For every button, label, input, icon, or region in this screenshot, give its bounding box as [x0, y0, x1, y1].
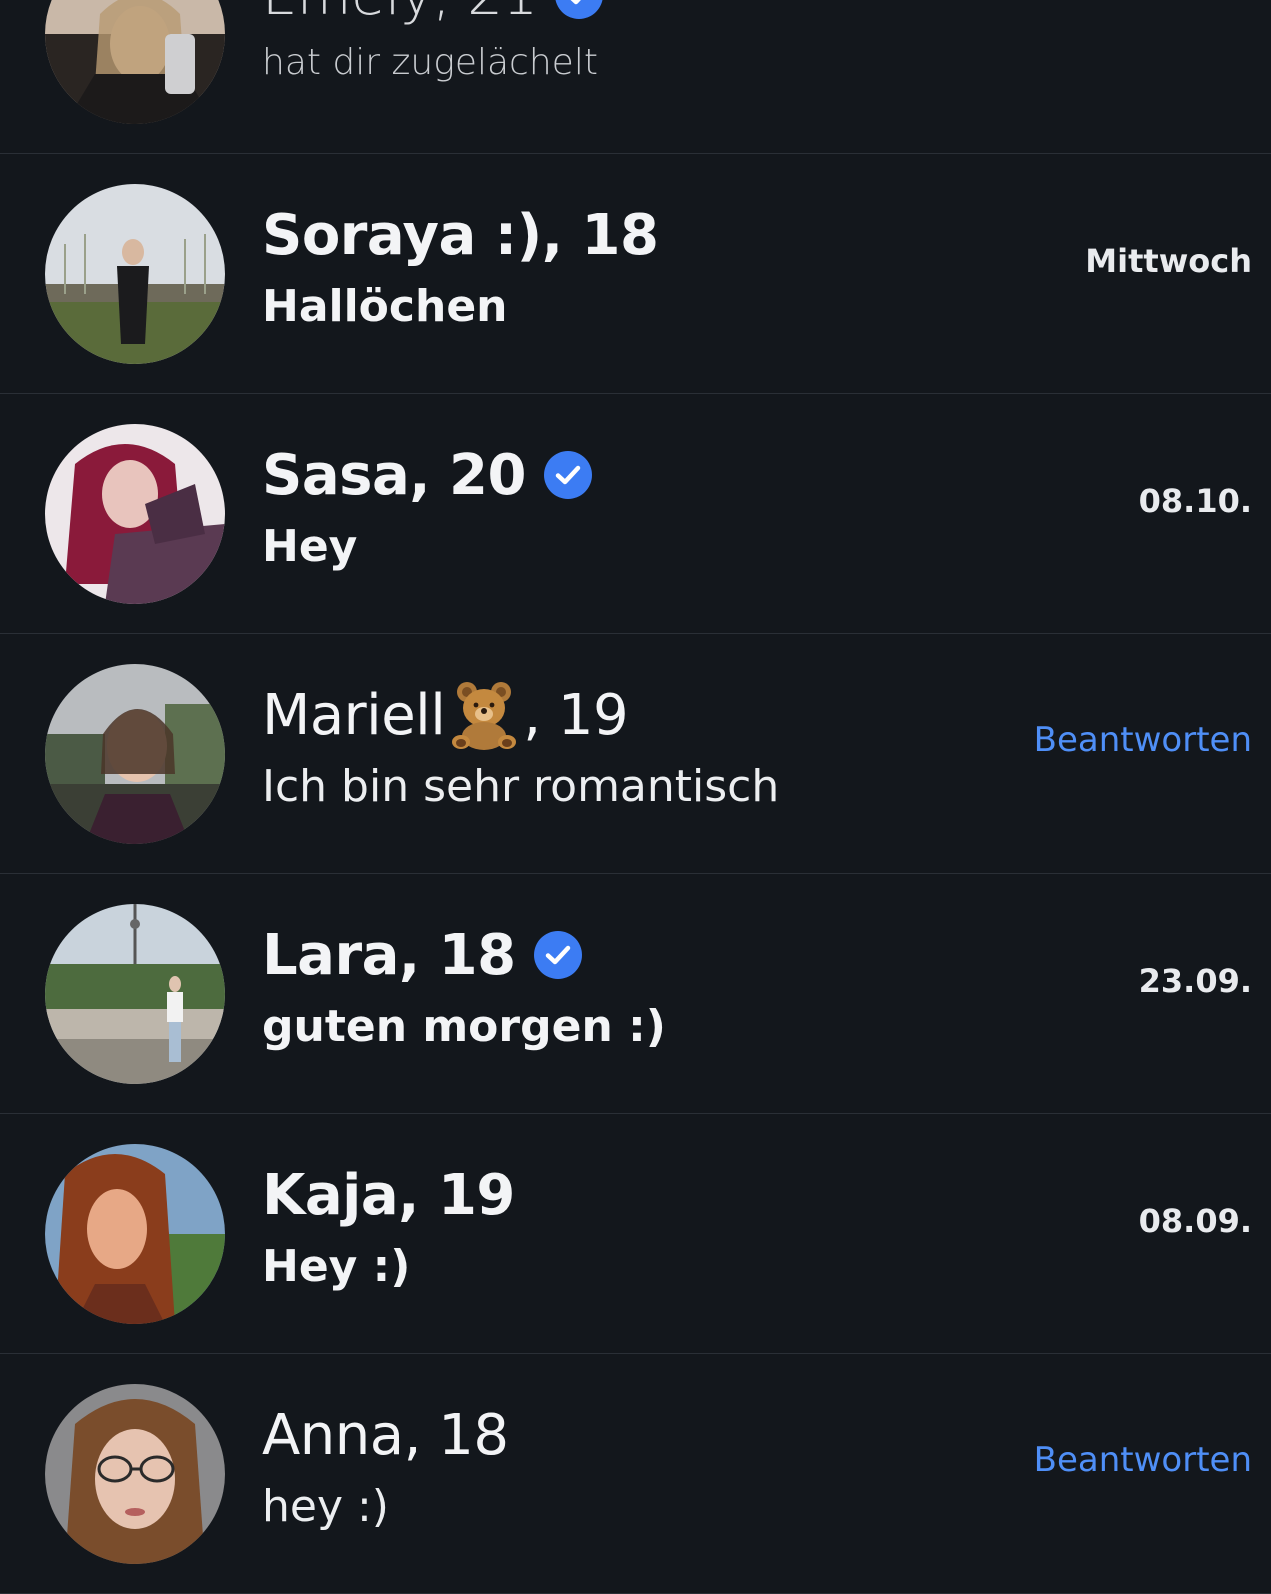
- avatar[interactable]: [45, 1384, 225, 1564]
- avatar[interactable]: [45, 1144, 225, 1324]
- conversation-list: Emely, 21 hat dir zugelächelt Soraya :),…: [0, 0, 1271, 1594]
- profile-photo: [45, 664, 225, 844]
- timestamp: 08.09.: [1138, 1202, 1252, 1240]
- last-message: hat dir zugelächelt: [262, 42, 598, 83]
- last-message: Hallöchen: [262, 281, 508, 332]
- contact-name: Sasa, 20: [262, 438, 592, 512]
- last-message: Hey: [262, 521, 358, 572]
- conversation-row-lara[interactable]: Lara, 18 guten morgen :) 23.09.: [0, 874, 1271, 1114]
- contact-name: Kaja, 19: [262, 1162, 515, 1228]
- contact-name: Anna, 18: [262, 1402, 509, 1468]
- conversation-row-emely[interactable]: Emely, 21 hat dir zugelächelt: [0, 0, 1271, 154]
- contact-name: Lara, 18: [262, 918, 582, 992]
- profile-photo: [45, 1384, 225, 1564]
- contact-name: Soraya :), 18: [262, 202, 659, 268]
- contact-name: Mariell , 19: [262, 678, 629, 752]
- reply-link[interactable]: Beantworten: [1034, 1440, 1252, 1480]
- verified-badge-icon: [543, 451, 592, 499]
- last-message: guten morgen :): [262, 1001, 666, 1052]
- avatar[interactable]: [45, 904, 225, 1084]
- conversation-row-soraya[interactable]: Soraya :), 18 Hallöchen Mittwoch: [0, 154, 1271, 394]
- last-message: hey :): [262, 1481, 389, 1532]
- profile-photo: [45, 184, 225, 364]
- teddy-bear-icon: [447, 678, 521, 752]
- reply-link[interactable]: Beantworten: [1034, 720, 1252, 760]
- timestamp: Mittwoch: [1085, 242, 1252, 280]
- avatar[interactable]: [45, 424, 225, 604]
- verified-badge-icon: [555, 0, 603, 19]
- conversation-row-sasa[interactable]: Sasa, 20 Hey 08.10.: [0, 394, 1271, 634]
- profile-photo: [45, 1144, 225, 1324]
- conversation-row-anna[interactable]: Anna, 18 hey :) Beantworten: [0, 1354, 1271, 1594]
- timestamp: 23.09.: [1138, 962, 1252, 1000]
- last-message: Ich bin sehr romantisch: [262, 761, 780, 812]
- conversation-row-mariell[interactable]: Mariell , 19 Ich bin sehr romantisch Bea…: [0, 634, 1271, 874]
- profile-photo: [45, 904, 225, 1084]
- avatar[interactable]: [45, 0, 225, 124]
- timestamp: 08.10.: [1138, 482, 1252, 520]
- verified-badge-icon: [533, 931, 582, 979]
- avatar[interactable]: [45, 664, 225, 844]
- conversation-row-kaja[interactable]: Kaja, 19 Hey :) 08.09.: [0, 1114, 1271, 1354]
- last-message: Hey :): [262, 1241, 411, 1292]
- avatar[interactable]: [45, 184, 225, 364]
- profile-photo: [45, 424, 225, 604]
- contact-name: Emely, 21: [262, 0, 603, 32]
- profile-photo: [45, 0, 225, 124]
